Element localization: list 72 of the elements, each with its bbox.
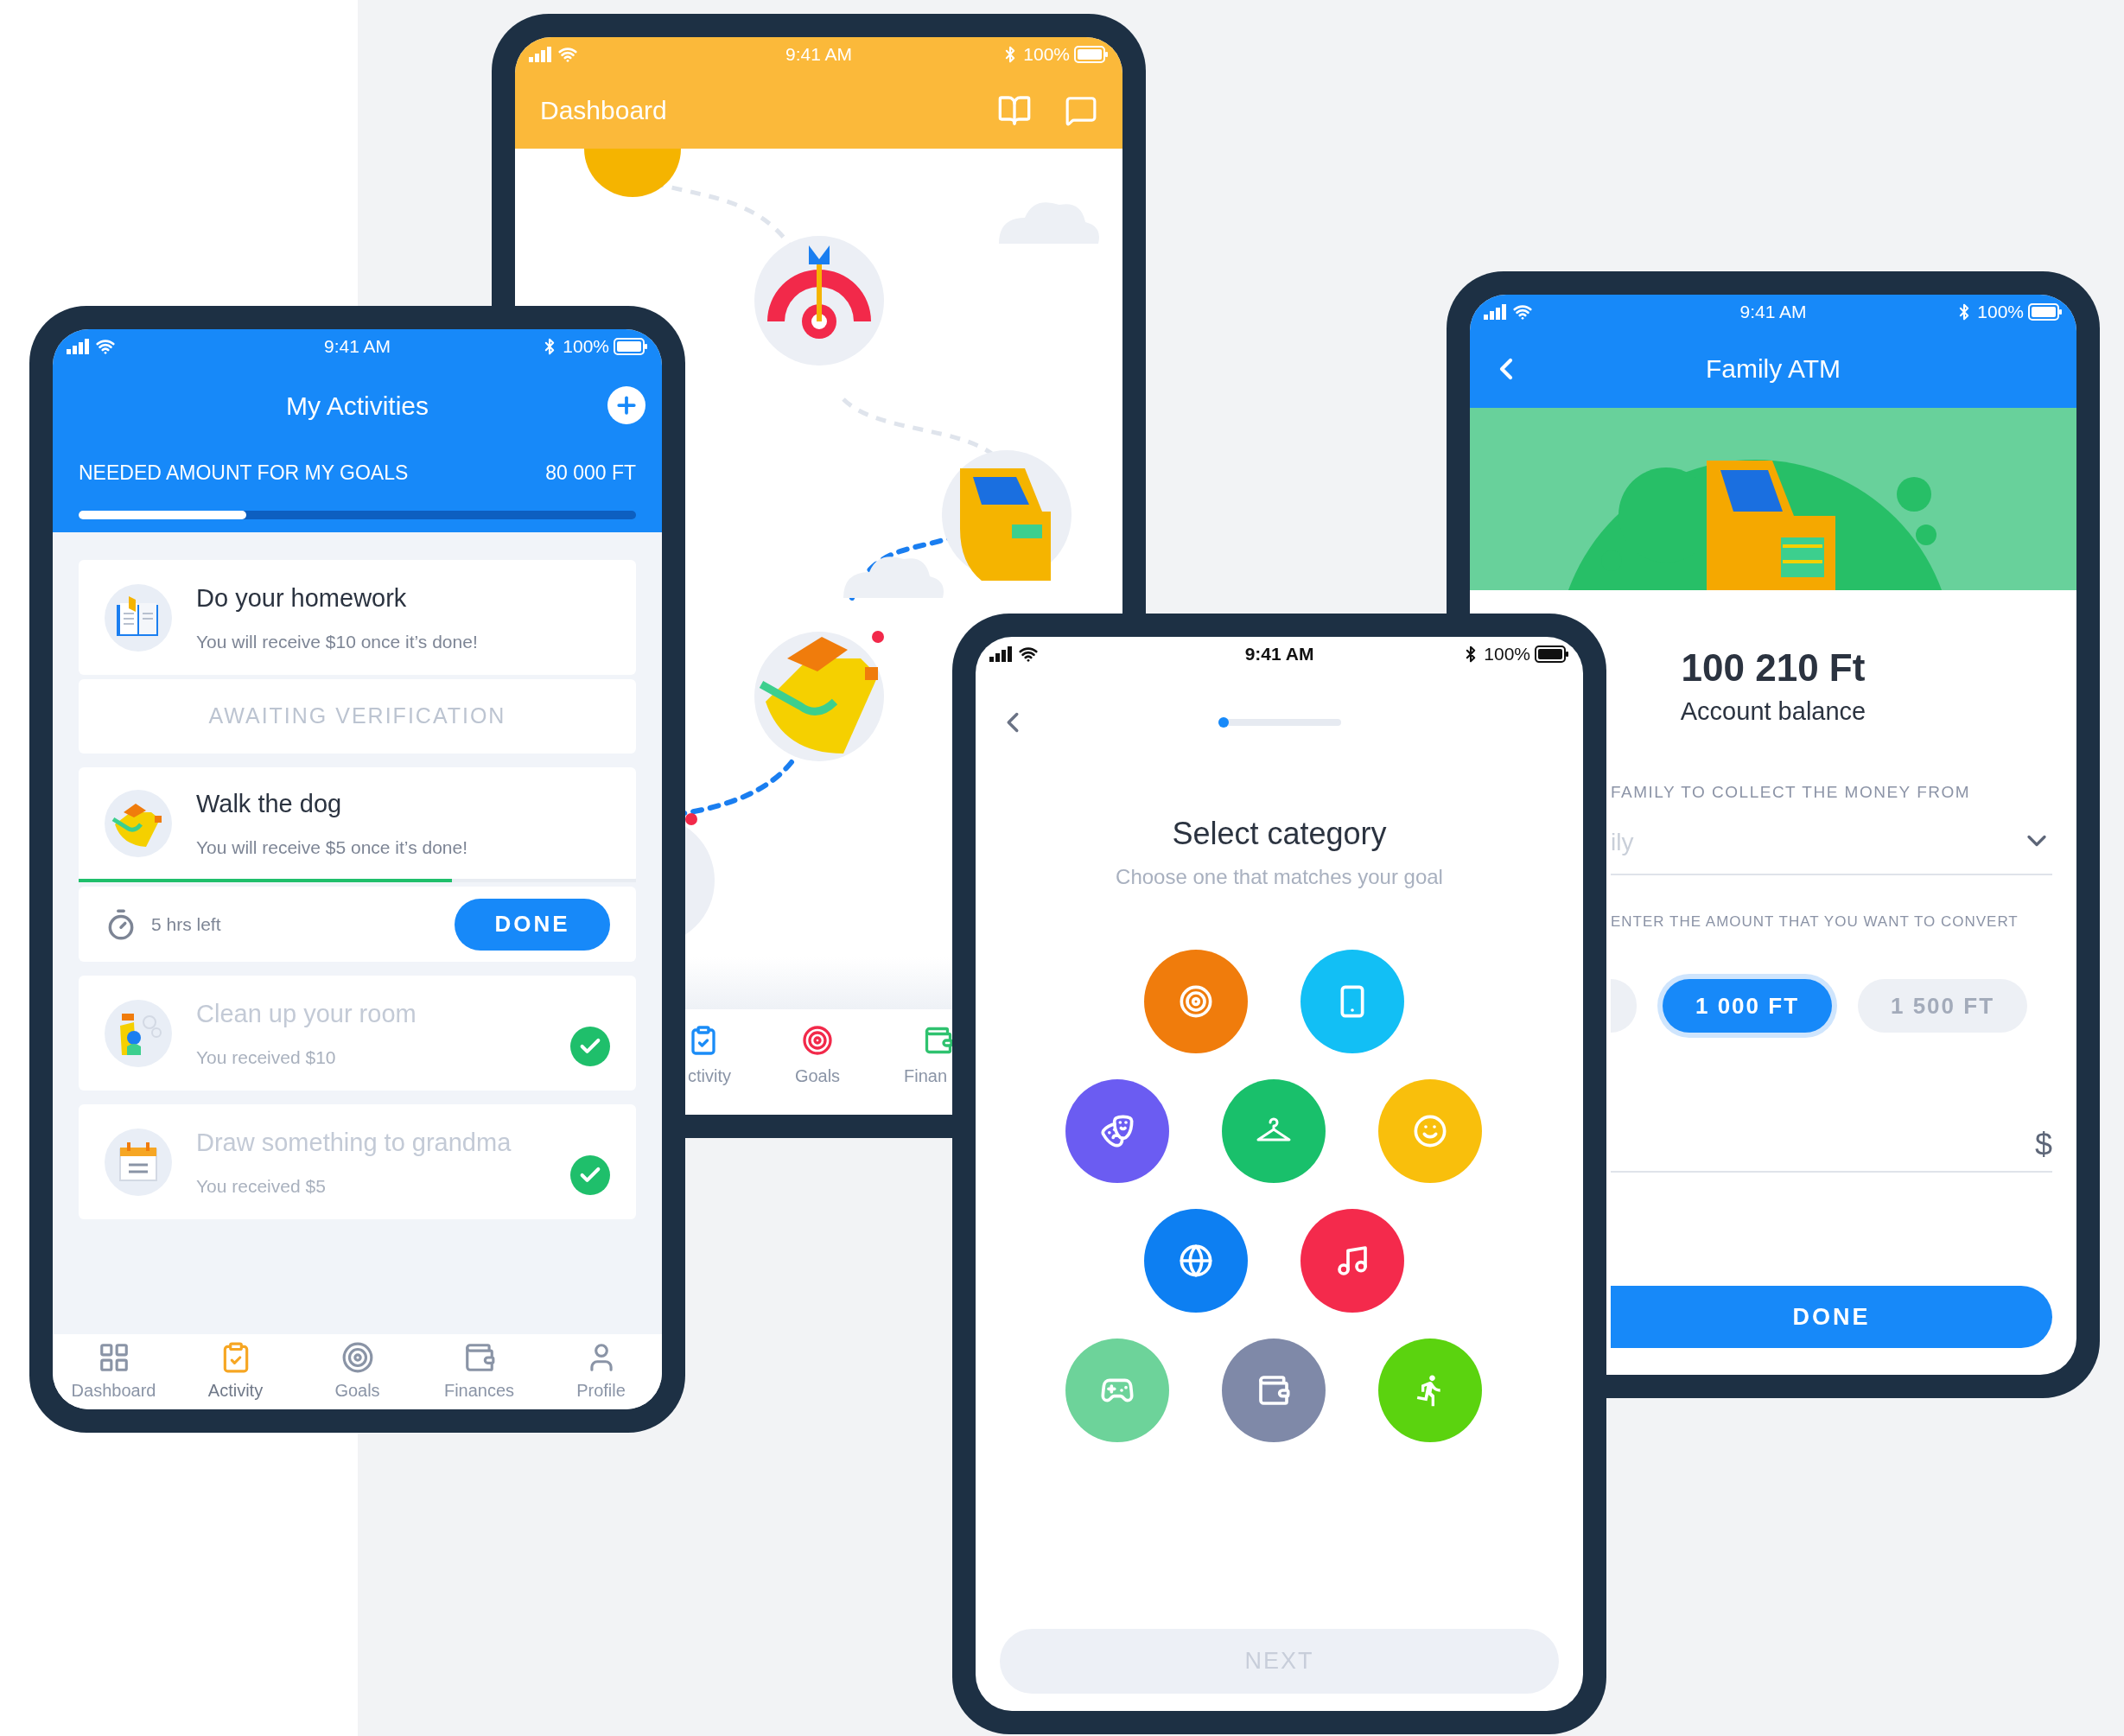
goal-label: NEEDED AMOUNT FOR MY GOALS	[79, 460, 409, 486]
task-title: Do your homework	[196, 583, 408, 614]
status-time: 9:41 AM	[323, 335, 391, 359]
account-balance: 100 210 Ft	[1681, 645, 1866, 690]
globe-icon	[1178, 1243, 1213, 1278]
tab-item[interactable]: ctivity	[688, 1025, 766, 1089]
task-reward: You received $5	[196, 1174, 327, 1198]
signal-icon	[67, 339, 91, 354]
field-label: ENTER THE AMOUNT THAT YOU WANT TO CONVERT	[1611, 913, 2019, 931]
amount-input[interactable]: $	[1611, 1119, 2052, 1173]
wifi-icon	[1019, 645, 1038, 664]
task-title: Clean up your room	[196, 999, 417, 1029]
path-dot	[872, 631, 884, 643]
tab-item[interactable]: Finan	[904, 1025, 954, 1089]
signal-icon	[1484, 304, 1508, 320]
done-button[interactable]: DONE	[455, 898, 610, 951]
battery-percent: 100%	[1977, 301, 2024, 324]
target-icon	[340, 1341, 374, 1374]
tab-item[interactable]: Goals	[766, 1025, 869, 1089]
task-card[interactable]: Walk the dog You will receive $5 once it’s done!	[79, 767, 636, 882]
dog-icon	[105, 789, 172, 857]
task-reward: You will receive $10 once it’s done!	[196, 630, 479, 653]
book-icon	[105, 583, 172, 652]
screen-title: Dashboard	[540, 95, 667, 126]
task-card[interactable]: Clean up your room You received $10	[79, 976, 636, 1091]
wifi-icon	[96, 337, 115, 356]
task-card[interactable]: Do your homework You will receive $10 once it’s done!	[79, 560, 636, 675]
status-time: 9:41 AM	[1244, 643, 1314, 666]
wifi-icon	[558, 45, 577, 64]
wifi-icon	[1513, 302, 1532, 321]
task-reward: You will receive $5 once it’s done!	[196, 836, 469, 859]
smiley-icon	[1413, 1114, 1447, 1148]
field-label: FAMILY TO COLLECT THE MONEY FROM	[1611, 784, 1972, 801]
masks-icon	[1100, 1114, 1135, 1148]
screen-subtitle: Choose one that matches your goal	[1116, 864, 1443, 890]
battery-icon	[614, 338, 648, 355]
signal-icon	[529, 47, 553, 62]
balance-caption: Account balance	[1680, 696, 1866, 727]
tab-item[interactable]: Activity	[175, 1341, 296, 1409]
wallet-icon	[923, 1025, 954, 1056]
goal-amount: 80 000 FT	[545, 460, 636, 486]
task-title: Walk the dog	[196, 789, 343, 819]
add-button[interactable]	[607, 386, 645, 424]
done-button[interactable]: DONE	[1611, 1286, 2052, 1348]
screen-title: Family ATM	[1705, 353, 1841, 385]
task-reward: You received $10	[196, 1046, 337, 1069]
target-icon	[802, 1025, 833, 1056]
calendar-icon	[105, 1128, 172, 1196]
signal-icon	[989, 646, 1014, 662]
tab-item[interactable]: Profile	[540, 1341, 662, 1409]
battery-icon	[1535, 645, 1569, 663]
amount-chip[interactable]: 1 500 FT	[1858, 979, 2027, 1033]
status-label: AWAITING VERIFICATION	[208, 703, 506, 730]
time-left: 5 hrs left	[151, 913, 222, 936]
screen-title: My Activities	[286, 390, 429, 422]
tab-item[interactable]: Dashboard	[53, 1341, 175, 1409]
path-dot	[685, 813, 697, 825]
task-title: Draw something to grandma	[196, 1128, 512, 1158]
status-time: 9:41 AM	[785, 43, 853, 67]
battery-icon	[1074, 46, 1109, 63]
battery-percent: 100%	[1484, 643, 1530, 666]
status-time: 9:41 AM	[1739, 301, 1807, 324]
screen-title: Select category	[1172, 815, 1387, 853]
battery-percent: 100%	[563, 335, 609, 359]
tab-item[interactable]: Finances	[418, 1341, 540, 1409]
task-card[interactable]: Draw something to grandma You received $5	[79, 1104, 636, 1219]
tab-item[interactable]: Goals	[296, 1341, 418, 1409]
target-icon	[1178, 984, 1213, 1019]
wallet-icon	[1256, 1373, 1291, 1408]
battery-percent: 100%	[1023, 43, 1070, 67]
battery-icon	[2028, 303, 2063, 321]
spray-bottle-icon	[105, 999, 172, 1067]
